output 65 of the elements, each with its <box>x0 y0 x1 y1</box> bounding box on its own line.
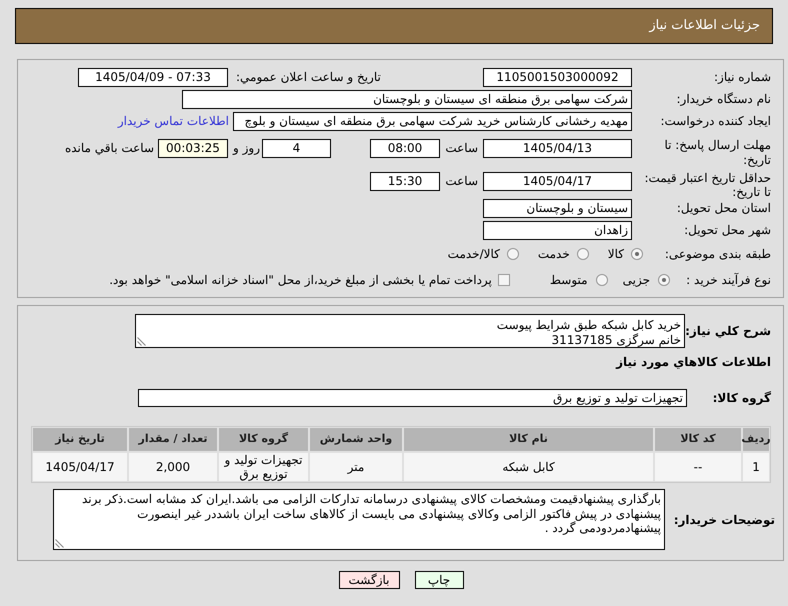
field-label: ایجاد کننده درخواست: <box>659 113 772 130</box>
announcement-date-field[interactable]: 1405/04/09 - 07:33 <box>78 68 228 87</box>
table-cell: 2,000 <box>129 453 217 481</box>
goods-group-field[interactable]: تجهیزات تولید و توزیع برق <box>138 389 687 407</box>
need-description-field[interactable]: خرید کابل شبکه طبق شرایط پیوست خانم سرگزی 31137185 <box>135 314 685 348</box>
field-label: مهلت ارسال پاسخ: تا تاریخ: <box>663 138 772 168</box>
checkbox-label: پرداخت تمام یا بخشی از مبلغ خرید،از محل "اسناد خزانه اسلامی" خواهد بود. <box>109 272 492 289</box>
delivery-city-field[interactable]: زاهدان <box>483 221 632 240</box>
days-remaining-field[interactable]: 4 <box>262 139 331 158</box>
delivery-province-field[interactable]: سیستان و بلوچستان <box>483 199 632 218</box>
resize-grip-icon[interactable] <box>137 337 146 346</box>
checkbox[interactable] <box>498 274 510 286</box>
section-title: اطلاعات كالاهاي مورد نياز <box>614 354 772 371</box>
buyer-organization-field[interactable]: شرکت سهامی برق منطقه ای سیستان و بلوچستان <box>182 90 632 109</box>
radio-button[interactable] <box>576 248 589 260</box>
field-label: گروه کالا: <box>712 390 772 407</box>
column-header: ردیف <box>743 428 769 451</box>
field-label: تاریخ و ساعت اعلان عمومي: <box>235 69 382 86</box>
table-cell: 1405/04/17 <box>33 453 127 481</box>
column-header: کد کالا <box>655 428 741 451</box>
field-label: ساعت باقي مانده <box>64 140 154 157</box>
table-cell: 1 <box>743 453 769 481</box>
column-header: نام کالا <box>404 428 653 451</box>
radio-button[interactable] <box>506 248 519 260</box>
option-label: کالا/خدمت <box>448 246 500 263</box>
table-cell: متر <box>310 453 402 481</box>
table-cell: تجهیزات تولید و توزیع برق <box>219 453 308 481</box>
field-label: شهر محل تحویل: <box>683 222 772 239</box>
page-title: جزئیات اطلاعات نیاز <box>649 17 760 36</box>
buyer-notes-field[interactable]: بارگذاری پیشنهادقیمت ومشخصات کالای پیشنهادی درسامانه تدارکات الزامی می باشد.ایران کد مشابه است.ذکر برند پیشنهادی در پیش فاکتور الزامی وکالای پیشنهادی می بایست از کالاهای ساخت ایران باشددر غیر اینصورت پیشنهادمردودمی گردد . <box>53 489 665 550</box>
back-button[interactable]: بازگشت <box>338 571 400 589</box>
field-label: نام دستگاه خریدار: <box>676 91 772 108</box>
column-header: تعداد / مقدار <box>129 428 217 451</box>
radio-button[interactable] <box>631 248 643 260</box>
column-header: گروه کالا <box>219 428 308 451</box>
column-header: واحد شمارش <box>310 428 402 451</box>
deadline-time-field[interactable]: 08:00 <box>370 139 440 158</box>
option-label: خدمت <box>538 246 570 263</box>
price-validity-time-field[interactable]: 15:30 <box>370 172 440 191</box>
need-number-field[interactable]: 1105001503000092 <box>483 68 632 87</box>
option-label: کالا <box>608 246 624 263</box>
field-label: طبقه بندی موضوعی: <box>664 246 772 263</box>
price-validity-date-field[interactable]: 1405/04/17 <box>483 172 632 191</box>
column-header: تاریخ نیاز <box>33 428 127 451</box>
resize-grip-icon[interactable] <box>55 539 64 548</box>
deadline-date-field[interactable]: 1405/04/13 <box>483 139 632 158</box>
requester-field[interactable]: مهدیه رخشانی کارشناس خرید شرکت سهامی برق منطقه ای سیستان و بلوچ <box>233 112 632 131</box>
option-label: متوسط <box>550 272 588 289</box>
radio-button[interactable] <box>596 274 608 286</box>
field-label: حداقل تاریخ اعتبار قیمت: تا تاریخ: <box>643 171 772 199</box>
buyer-contact-link[interactable]: اطلاعات تماس خریدار <box>118 112 229 131</box>
field-label: استان محل تحویل: <box>676 200 772 217</box>
radio-button[interactable] <box>658 274 670 286</box>
table-cell: کابل شبکه <box>404 453 653 481</box>
option-label: جزیی <box>622 272 650 289</box>
field-label: ساعت <box>444 140 479 157</box>
field-label: نوع فرآیند خرید : <box>685 272 772 289</box>
table-cell: -- <box>655 453 741 481</box>
field-label: توضیحات خریدار: <box>672 512 776 528</box>
field-label: ساعت <box>444 173 479 190</box>
field-label: شماره نیاز: <box>713 69 772 86</box>
remaining-time-field[interactable]: 00:03:25 <box>158 139 228 158</box>
field-label: روز و <box>232 140 261 157</box>
print-button[interactable]: چاپ <box>414 571 464 589</box>
field-label: شرح كلي نياز: <box>685 323 772 340</box>
